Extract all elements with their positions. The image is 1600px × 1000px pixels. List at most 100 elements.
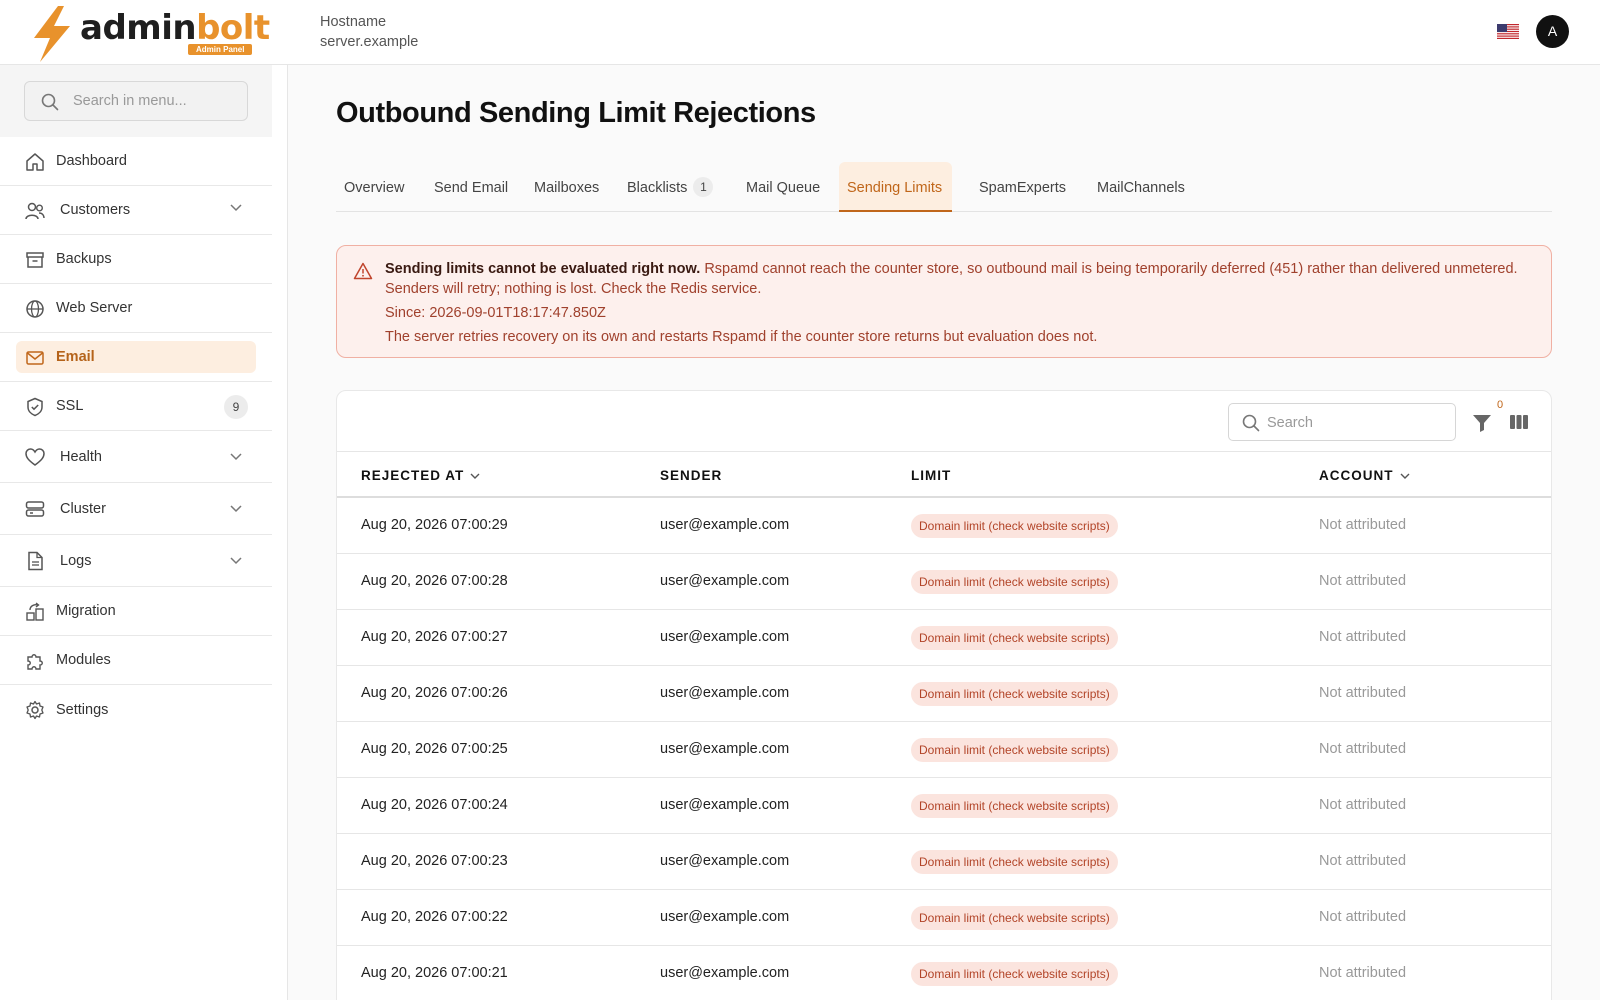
search-icon	[41, 93, 59, 111]
cell-account: Not attributed	[1319, 853, 1407, 869]
logo-badge: Admin Panel	[188, 44, 253, 55]
ssl-count-badge: 9	[224, 395, 248, 419]
tab-mailboxes[interactable]: Mailboxes	[526, 162, 607, 212]
sidebar-item-ssl[interactable]: SSL 9	[0, 382, 272, 431]
sidebar-item-label: Settings	[56, 701, 109, 718]
filter-count: 0	[1497, 399, 1504, 411]
chevron-down-icon	[230, 505, 242, 513]
limit-badge: Domain limit (check website scripts)	[911, 738, 1118, 762]
cell-sender: user@example.com	[660, 741, 790, 757]
limit-badge: Domain limit (check website scripts)	[911, 570, 1118, 594]
file-icon	[28, 551, 43, 571]
filter-icon[interactable]	[1471, 413, 1493, 433]
sidebar-item-logs[interactable]: Logs	[0, 535, 272, 587]
table-search-input[interactable]	[1267, 413, 1447, 433]
migration-icon	[26, 602, 44, 621]
rejections-table-card: 0 REJECTED AT SENDER LIMIT ACCOUNT Aug 2…	[336, 390, 1552, 1000]
limit-badge: Domain limit (check website scripts)	[911, 514, 1118, 538]
heart-icon	[25, 448, 45, 466]
alert-message: Sending limits cannot be evaluated right…	[385, 259, 1535, 299]
alert-title: Sending limits cannot be evaluated right…	[385, 261, 701, 277]
limit-badge: Domain limit (check website scripts)	[911, 962, 1118, 986]
tab-mail-queue[interactable]: Mail Queue	[738, 162, 828, 212]
chevron-down-icon	[230, 557, 242, 565]
adminbolt-logo[interactable]: adminbolt Admin Panel	[28, 6, 270, 62]
chevron-down-icon	[470, 473, 480, 479]
us-flag-icon[interactable]	[1497, 24, 1519, 39]
sidebar-search-input[interactable]	[73, 91, 238, 111]
email-tabs: Overview Send Email Mailboxes Blacklists…	[336, 162, 1552, 212]
cell-rejected-at: Aug 20, 2026 07:00:28	[361, 573, 508, 589]
cell-rejected-at: Aug 20, 2026 07:00:26	[361, 685, 508, 701]
user-avatar[interactable]: A	[1536, 15, 1569, 48]
tab-blacklists[interactable]: Blacklists 1	[619, 162, 721, 212]
tab-send-email[interactable]: Send Email	[426, 162, 516, 212]
puzzle-icon	[27, 654, 43, 670]
cell-account: Not attributed	[1319, 685, 1407, 701]
cell-sender: user@example.com	[660, 517, 790, 533]
redis-warning-alert: Sending limits cannot be evaluated right…	[336, 245, 1552, 358]
table-row[interactable]: Aug 20, 2026 07:00:21 user@example.com D…	[337, 946, 1551, 1000]
cell-account: Not attributed	[1319, 797, 1407, 813]
sidebar-item-label: Migration	[56, 603, 116, 619]
table-row[interactable]: Aug 20, 2026 07:00:28 user@example.com D…	[337, 554, 1551, 610]
table-row[interactable]: Aug 20, 2026 07:00:26 user@example.com D…	[337, 666, 1551, 722]
tab-overview[interactable]: Overview	[336, 162, 412, 212]
sidebar-item-label: Health	[60, 448, 102, 465]
tab-mailchannels[interactable]: MailChannels	[1089, 162, 1193, 212]
chevron-down-icon	[230, 204, 242, 212]
column-account[interactable]: ACCOUNT	[1319, 468, 1410, 483]
sidebar-item-customers[interactable]: Customers	[0, 186, 272, 235]
table-search[interactable]	[1228, 403, 1456, 441]
sidebar-search-wrap	[0, 65, 272, 137]
column-sender[interactable]: SENDER	[660, 468, 722, 483]
cell-sender: user@example.com	[660, 909, 790, 925]
tab-sending-limits[interactable]: Sending Limits	[839, 162, 952, 212]
table-body: Aug 20, 2026 07:00:29 user@example.com D…	[337, 498, 1551, 1000]
cell-sender: user@example.com	[660, 965, 790, 981]
sidebar-item-settings[interactable]: Settings	[0, 685, 272, 734]
cell-rejected-at: Aug 20, 2026 07:00:27	[361, 629, 508, 645]
columns-icon[interactable]	[1509, 413, 1529, 431]
limit-badge: Domain limit (check website scripts)	[911, 850, 1118, 874]
cell-rejected-at: Aug 20, 2026 07:00:21	[361, 965, 508, 981]
hostname-block: Hostname server.example	[320, 12, 418, 52]
sidebar-item-email[interactable]: Email	[0, 333, 272, 382]
chevron-down-icon	[230, 453, 242, 461]
tab-spamexperts[interactable]: SpamExperts	[971, 162, 1074, 212]
cell-rejected-at: Aug 20, 2026 07:00:25	[361, 741, 508, 757]
sidebar: Dashboard Customers Backups Web Server E…	[0, 65, 288, 1000]
cell-sender: user@example.com	[660, 853, 790, 869]
home-icon	[26, 153, 44, 171]
table-row[interactable]: Aug 20, 2026 07:00:23 user@example.com D…	[337, 834, 1551, 890]
sidebar-item-label: Web Server	[56, 300, 133, 316]
limit-badge: Domain limit (check website scripts)	[911, 682, 1118, 706]
sidebar-item-web-server[interactable]: Web Server	[0, 284, 272, 333]
sidebar-item-label: Cluster	[60, 500, 106, 517]
limit-badge: Domain limit (check website scripts)	[911, 906, 1118, 930]
sidebar-item-modules[interactable]: Modules	[0, 636, 272, 685]
sidebar-item-backups[interactable]: Backups	[0, 235, 272, 284]
table-row[interactable]: Aug 20, 2026 07:00:25 user@example.com D…	[337, 722, 1551, 778]
archive-icon	[26, 252, 44, 268]
sidebar-item-label: Customers	[60, 202, 131, 218]
mail-icon	[26, 351, 44, 365]
bolt-logo-icon	[34, 6, 70, 62]
table-row[interactable]: Aug 20, 2026 07:00:24 user@example.com D…	[337, 778, 1551, 834]
table-row[interactable]: Aug 20, 2026 07:00:22 user@example.com D…	[337, 890, 1551, 946]
sidebar-item-health[interactable]: Health	[0, 431, 272, 483]
sidebar-item-cluster[interactable]: Cluster	[0, 483, 272, 535]
column-limit[interactable]: LIMIT	[911, 468, 951, 483]
sidebar-item-migration[interactable]: Migration	[0, 587, 272, 636]
table-row[interactable]: Aug 20, 2026 07:00:29 user@example.com D…	[337, 498, 1551, 554]
sidebar-search[interactable]	[24, 81, 248, 121]
cell-sender: user@example.com	[660, 685, 790, 701]
cell-account: Not attributed	[1319, 517, 1407, 533]
sidebar-item-dashboard[interactable]: Dashboard	[0, 137, 272, 186]
cell-sender: user@example.com	[660, 573, 790, 589]
table-row[interactable]: Aug 20, 2026 07:00:27 user@example.com D…	[337, 610, 1551, 666]
page-title: Outbound Sending Limit Rejections	[336, 97, 816, 129]
users-icon	[25, 202, 45, 220]
column-rejected-at[interactable]: REJECTED AT	[361, 468, 480, 483]
cell-rejected-at: Aug 20, 2026 07:00:29	[361, 517, 508, 533]
